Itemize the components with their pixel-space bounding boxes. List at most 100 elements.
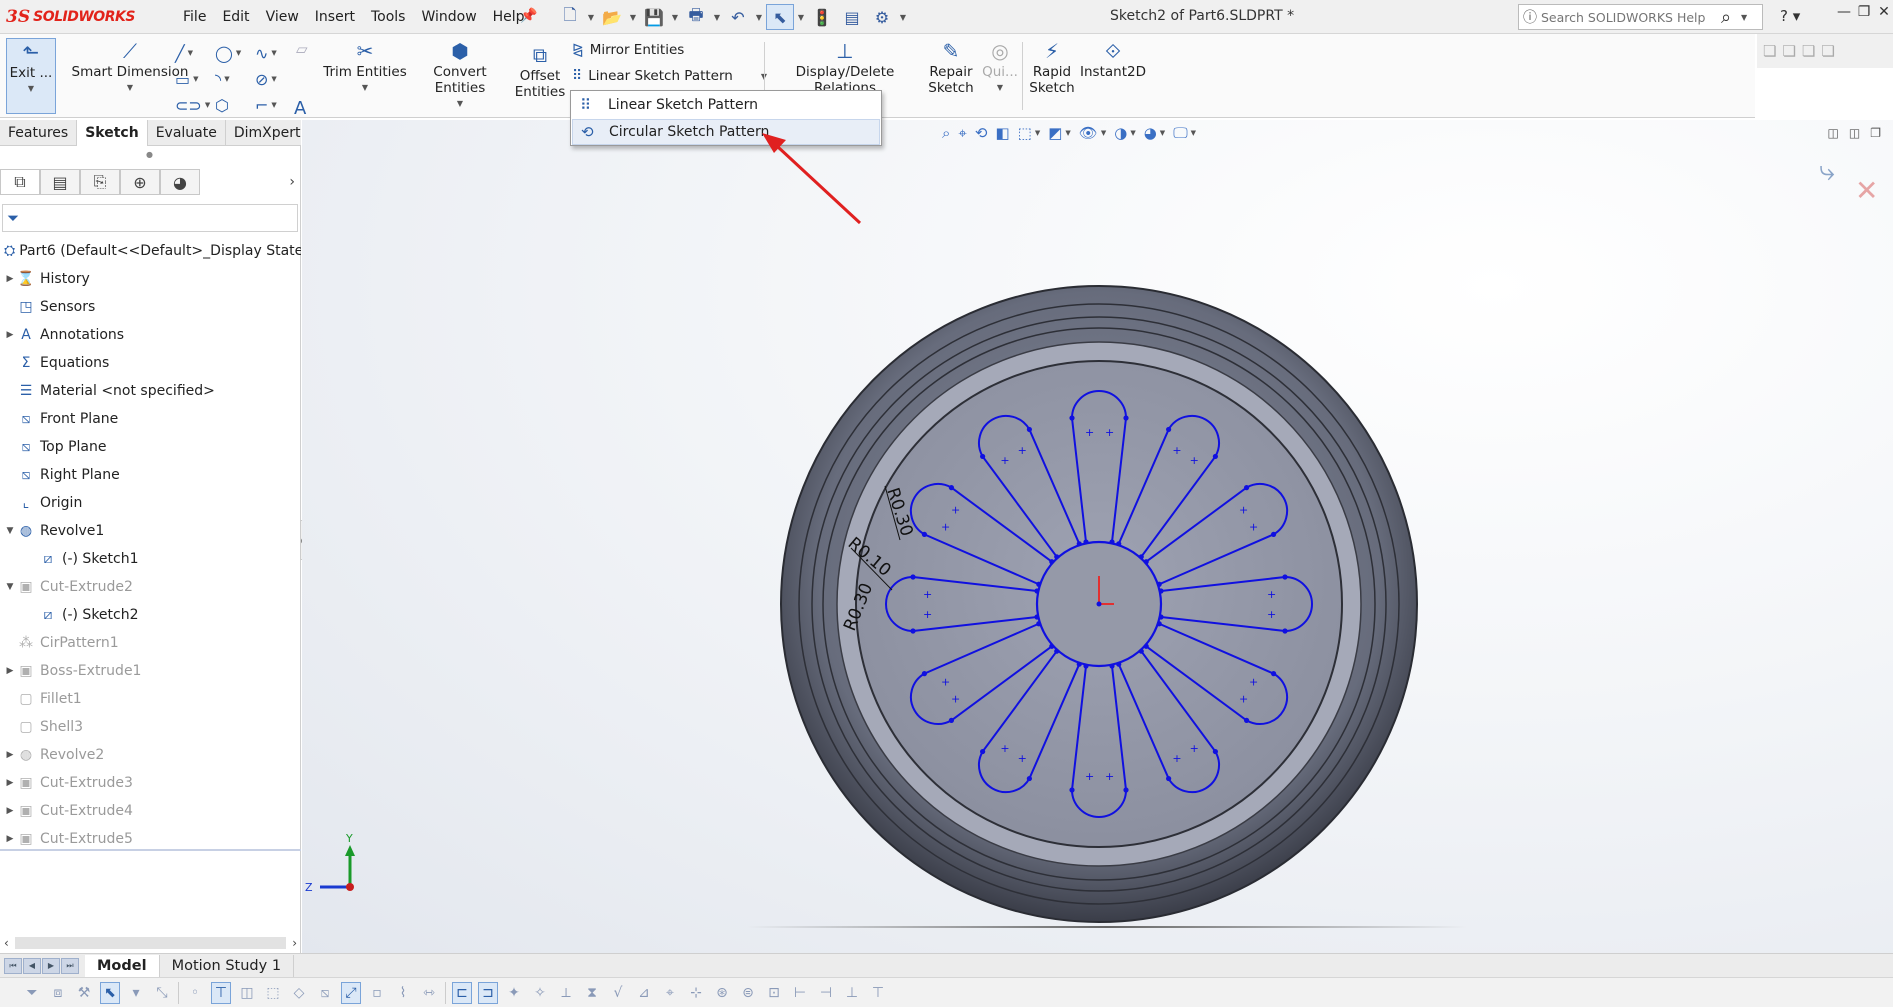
minimize-icon[interactable]: — (1836, 4, 1852, 20)
filter-regions-icon[interactable]: ⊐ (478, 981, 498, 1004)
instant2d-button[interactable]: ⟐ Instant2D (1078, 38, 1148, 80)
property-manager-tab-icon[interactable]: ▤ (40, 169, 80, 195)
sketch-point[interactable] (1026, 775, 1032, 782)
next-tab-icon[interactable]: ▶ (42, 957, 60, 974)
help-question-icon[interactable]: ? ▾ (1780, 7, 1800, 25)
sketch-point[interactable] (921, 531, 928, 537)
sketch-point[interactable] (1270, 671, 1277, 677)
sketch-point[interactable] (1243, 717, 1250, 723)
quick-snaps-caret-icon[interactable]: ▼ (997, 80, 1003, 96)
menu-file[interactable]: File (175, 9, 214, 25)
spline-tool-icon[interactable]: ∿ ▼ (255, 40, 295, 66)
filter-dowel-icon[interactable]: ⟂ (556, 982, 576, 1004)
search-dropdown-icon[interactable]: ▼ (1741, 13, 1747, 22)
filter-points-icon[interactable]: ▫ (367, 982, 387, 1004)
sketch-point[interactable] (1212, 748, 1218, 755)
tree-filter[interactable]: ⏷ (2, 204, 298, 232)
file-properties-icon[interactable]: ▤ (838, 4, 866, 30)
tree-item-cirpattern1[interactable]: ⁂ CirPattern1 (0, 629, 301, 657)
filter-axes-icon[interactable]: ◇ (289, 982, 309, 1004)
menu-edit[interactable]: Edit (214, 9, 257, 25)
sketch-point[interactable] (980, 453, 986, 460)
filter-stacked-icon[interactable]: ⊜ (738, 982, 758, 1004)
filter-surface-finish-icon[interactable]: √ (608, 982, 628, 1004)
prev-tab-icon[interactable]: ◀ (23, 957, 41, 974)
scroll-right-icon[interactable]: › (292, 936, 297, 950)
wheel-model[interactable]: +++++++++++++ +++++++++++ R0.30 R0.10 R0.… (302, 120, 1893, 953)
convert-entities-button[interactable]: ⬢ Convert Entities ▼ (410, 38, 510, 112)
tree-item-revolve2[interactable]: ▶ ◍ Revolve2 (0, 741, 301, 769)
close-icon[interactable]: ✕ (1876, 4, 1892, 20)
filter-planes-icon[interactable]: ⧅ (315, 982, 335, 1004)
polygon-tool-icon[interactable]: ⬡ (215, 92, 255, 118)
configuration-manager-tab-icon[interactable]: ⎘ (80, 169, 120, 195)
collapse-arrow-icon[interactable]: ▼ (4, 582, 16, 592)
scroll-left-icon[interactable]: ‹ (4, 936, 9, 950)
filter-datum-icon[interactable]: ⧗ (582, 982, 602, 1004)
sketch-point[interactable] (921, 671, 928, 677)
tree-item-equations[interactable]: Σ Equations (0, 349, 301, 377)
tab-sketch[interactable]: Sketch (77, 120, 148, 146)
filter-blocks-icon[interactable]: ⊡ (764, 982, 784, 1004)
filter-dims-icon[interactable]: ⇿ (419, 982, 439, 1004)
filter-toggle-icon[interactable]: ⧈ (48, 982, 68, 1004)
filter-dropdown-icon[interactable]: ▾ (126, 982, 146, 1004)
tree-item-sketch1[interactable]: ⧄ (-) Sketch1 (0, 545, 301, 573)
restore-icon[interactable]: ❐ (1856, 4, 1872, 20)
sketch-point[interactable] (910, 628, 916, 634)
tree-item-top-plane[interactable]: ⧅ Top Plane (0, 433, 301, 461)
filter-surfaces-icon[interactable]: ⬚ (263, 982, 283, 1004)
new-dropdown-icon[interactable]: ▼ (586, 13, 596, 22)
rollback-bar[interactable] (0, 849, 301, 851)
arc-tool-icon[interactable]: ◝ ▼ (215, 66, 255, 92)
tree-item-shell3[interactable]: ▢ Shell3 (0, 713, 301, 741)
tree-item-cut-extrude4[interactable]: ▶ ▣ Cut-Extrude4 (0, 797, 301, 825)
filter-routing-icon[interactable]: ⊣ (816, 982, 836, 1004)
open-dropdown-icon[interactable]: ▼ (628, 13, 638, 22)
dropdown-circular-sketch-pattern[interactable]: ⟲ Circular Sketch Pattern (572, 119, 880, 145)
filter-balloons-icon[interactable]: ⊛ (712, 982, 732, 1004)
text-tool-icon[interactable]: A (294, 98, 306, 119)
select-cursor-icon[interactable]: ⬉ (100, 981, 120, 1004)
sketch-point[interactable] (1166, 426, 1172, 433)
filter-gtol-icon[interactable]: ⌖ (660, 982, 680, 1004)
sketch-point[interactable] (1069, 787, 1075, 793)
filter-item-icon[interactable]: ⤡ (152, 982, 172, 1004)
tree-item-front-plane[interactable]: ⧅ Front Plane (0, 405, 301, 433)
open-folder-icon[interactable]: 📂 (598, 4, 626, 30)
expand-arrow-icon[interactable]: ▶ (4, 750, 16, 760)
sketch-point[interactable] (1166, 775, 1172, 782)
trim-caret-icon[interactable]: ▼ (362, 80, 368, 96)
undo-dropdown-icon[interactable]: ▼ (754, 13, 764, 22)
search-input[interactable] (1541, 9, 1711, 25)
tree-item-right-plane[interactable]: ⧅ Right Plane (0, 461, 301, 489)
exit-sketch-caret-icon[interactable]: ▼ (28, 81, 34, 97)
tree-item-annotations[interactable]: ▶ A Annotations (0, 321, 301, 349)
sketch-point[interactable] (1270, 531, 1277, 537)
tree-item-sketch2[interactable]: ⧄ (-) Sketch2 (0, 601, 301, 629)
tree-item-boss-extrude1[interactable]: ▶ ▣ Boss-Extrude1 (0, 657, 301, 685)
tree-item-sensors[interactable]: ◳ Sensors (0, 293, 301, 321)
search-icon[interactable]: ⌕ (1711, 7, 1741, 28)
pin-menu-icon[interactable]: 📌 (520, 8, 537, 24)
tree-item-cut-extrude3[interactable]: ▶ ▣ Cut-Extrude3 (0, 769, 301, 797)
dimxpert-manager-tab-icon[interactable]: ⊕ (120, 169, 160, 195)
sketch-point[interactable] (910, 574, 916, 580)
menu-window[interactable]: Window (413, 9, 484, 25)
save-dropdown-icon[interactable]: ▼ (670, 13, 680, 22)
options-dropdown-icon[interactable]: ▼ (898, 13, 908, 22)
sketch-point[interactable] (1123, 787, 1129, 793)
tree-item-material[interactable]: ☰ Material <not specified> (0, 377, 301, 405)
tree-item-cut-extrude2[interactable]: ▼ ▣ Cut-Extrude2 (0, 573, 301, 601)
view-tool-icon[interactable]: ❏ (1821, 42, 1834, 60)
menu-view[interactable]: View (258, 9, 307, 25)
filter-tables-icon[interactable]: ⊥ (842, 982, 862, 1004)
view-tool-icon[interactable]: ❏ (1763, 42, 1776, 60)
offset-entities-button[interactable]: ⧉ Offset Entities (512, 42, 568, 100)
circle-tool-icon[interactable]: ◯ ▼ (215, 40, 255, 66)
filter-edges-icon[interactable]: ⊤ (211, 981, 231, 1004)
filter-faces-icon[interactable]: ◫ (237, 982, 257, 1004)
view-tool-icon[interactable]: ❏ (1782, 42, 1795, 60)
menu-insert[interactable]: Insert (307, 9, 363, 25)
filter-icon[interactable]: ⏷ (22, 982, 42, 1004)
